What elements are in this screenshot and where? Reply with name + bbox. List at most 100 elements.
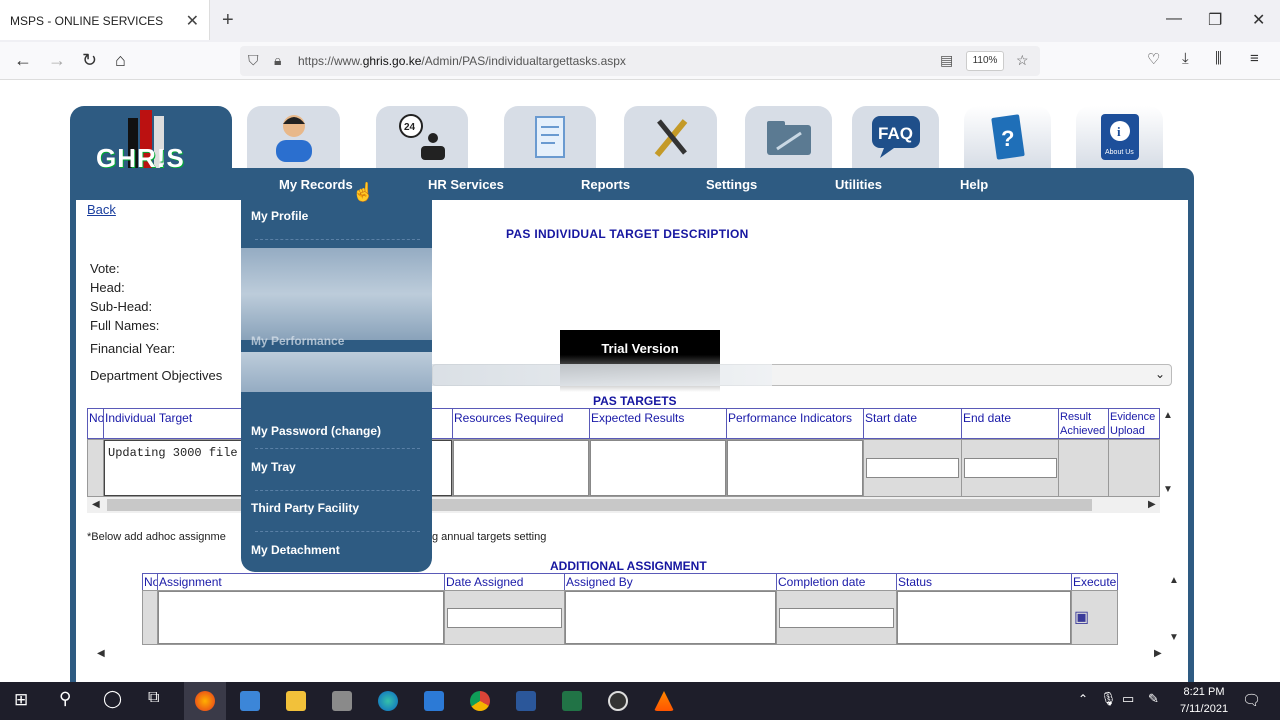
menu-my-records[interactable]: My Records [279,177,353,192]
restore-icon[interactable]: ❐ [1208,10,1222,30]
col-no: No [87,408,104,439]
menu-utilities[interactable]: Utilities [835,177,882,192]
app-icon[interactable] [240,691,260,711]
performance-indicators-input[interactable] [727,440,863,496]
reader-view-icon[interactable]: ▤ [940,52,953,69]
dropdown-my-password[interactable]: My Password (change) [251,424,381,438]
menu-hr-services[interactable]: HR Services [428,177,504,192]
hr-services-24-icon[interactable]: 24 [376,106,468,168]
scroll-left-icon[interactable]: ◀ [97,648,105,659]
end-date-input[interactable] [964,458,1057,478]
file-explorer-icon[interactable] [286,691,306,711]
scroll-down-icon[interactable]: ▼ [1169,632,1179,643]
reload-icon[interactable]: ↻ [82,50,97,71]
assigned-by-input[interactable] [565,591,776,644]
about-us-icon[interactable]: i About Us [1076,106,1163,168]
vote-label: Vote: [90,261,120,276]
scroll-left-icon[interactable]: ◀ [92,499,100,510]
scroll-right-icon[interactable]: ▶ [1148,499,1156,510]
clock-time[interactable]: 8:21 PM [1176,686,1232,698]
zoom-level[interactable]: 110% [966,51,1004,71]
assigned-by-cell [564,590,777,645]
scroll-up-icon[interactable]: ▲ [1169,575,1179,586]
excel-icon[interactable] [562,691,582,711]
vlc-icon[interactable] [654,691,674,711]
additional-assignment-title: ADDITIONAL ASSIGNMENT [550,559,707,573]
new-tab-icon[interactable]: + [222,9,234,32]
hamburger-menu-icon[interactable]: ≡ [1250,50,1259,67]
pocket-icon[interactable]: ♡ [1147,50,1160,68]
cortana-icon[interactable]: ◯ [103,689,122,709]
word-icon[interactable] [516,691,536,711]
address-bar[interactable]: ⛉ 🔒︎ https://www.ghris.go.ke/Admin/PAS/i… [240,46,1040,76]
dropdown-third-party-facility[interactable]: Third Party Facility [251,501,359,515]
search-icon[interactable]: ⚲ [59,689,71,709]
assignment-input[interactable] [158,591,444,644]
add-col-assigned-by: Assigned By [564,573,777,591]
completion-date-input[interactable] [779,608,894,628]
dropdown-my-detachment[interactable]: My Detachment [251,543,340,557]
chevron-up-icon[interactable]: ⌃ [1078,692,1088,706]
window-close-icon[interactable]: ✕ [1252,10,1265,30]
head-label: Head: [90,280,125,295]
menu-settings[interactable]: Settings [706,177,757,192]
firefox-icon[interactable] [195,691,215,711]
calculator-icon[interactable] [332,691,352,711]
menu-reports[interactable]: Reports [581,177,630,192]
shield-icon[interactable]: ⛉ [248,52,259,69]
chrome-icon[interactable] [470,691,490,711]
browser-tab[interactable]: MSPS - ONLINE SERVICES ✕ [0,0,210,40]
clock-date[interactable]: 7/11/2021 [1174,703,1234,715]
mail-icon[interactable] [424,691,444,711]
task-view-icon[interactable]: ⧉ [148,689,159,707]
pen-icon[interactable]: ✎ [1148,691,1159,707]
obs-icon[interactable] [608,691,628,711]
tab-title: MSPS - ONLINE SERVICES [10,14,164,28]
adhoc-note: *Below add adhoc assignme [87,531,226,543]
notifications-icon[interactable]: 🗨︎ [1242,691,1261,709]
add-col-completion-date: Completion date [776,573,897,591]
scroll-right-icon[interactable]: ▶ [1154,648,1162,659]
blurred-menu-region [241,352,432,392]
user-icon[interactable] [247,106,340,168]
add-col-status: Status [896,573,1072,591]
dropdown-my-tray[interactable]: My Tray [251,460,296,474]
faq-icon[interactable]: FAQ [852,106,939,168]
library-icon[interactable]: ⫼ [1215,50,1222,67]
lock-icon[interactable]: 🔒︎ [274,52,281,69]
help-book-icon[interactable]: ? [964,106,1051,168]
blurred-select-region [432,364,772,386]
utilities-folder-icon[interactable] [745,106,832,168]
menu-help[interactable]: Help [960,177,988,192]
forward-arrow-icon[interactable]: → [48,50,66,71]
resources-input[interactable] [453,440,589,496]
date-assigned-input[interactable] [447,608,562,628]
expected-results-input[interactable] [590,440,726,496]
full-names-label: Full Names: [90,318,160,333]
save-floppy-icon[interactable]: ▣ [1074,607,1089,627]
edge-icon[interactable] [378,691,398,711]
scroll-up-icon[interactable]: ▲ [1163,410,1173,421]
scroll-down-icon[interactable]: ▼ [1163,484,1173,495]
microphone-icon[interactable]: 🎙︎ [1100,691,1117,707]
url-text[interactable]: https://www.ghris.go.ke/Admin/PAS/indivi… [298,54,626,68]
hand-cursor-icon: ☝ [352,182,375,202]
dropdown-my-profile[interactable]: My Profile [251,209,308,223]
back-arrow-icon[interactable]: ← [14,50,32,71]
home-icon[interactable]: ⌂ [115,50,126,71]
back-link[interactable]: Back [87,202,116,217]
minimize-icon[interactable]: — [1166,10,1182,28]
bookmark-star-icon[interactable]: ☆ [1016,52,1029,69]
download-icon[interactable]: ⤓ [1182,50,1189,67]
tab-close-icon[interactable]: ✕ [186,11,199,31]
svg-text:i: i [1117,124,1121,139]
battery-icon[interactable]: ▭ [1122,691,1134,707]
svg-text:FAQ: FAQ [878,124,913,143]
status-input[interactable] [897,591,1071,644]
reports-document-icon[interactable] [504,106,596,168]
settings-tools-icon[interactable] [624,106,717,168]
page-title: PAS INDIVIDUAL TARGET DESCRIPTION [506,227,749,241]
dropdown-my-performance[interactable]: My Performance [251,334,344,348]
windows-start-icon[interactable]: ⊞ [14,690,28,710]
start-date-input[interactable] [866,458,959,478]
